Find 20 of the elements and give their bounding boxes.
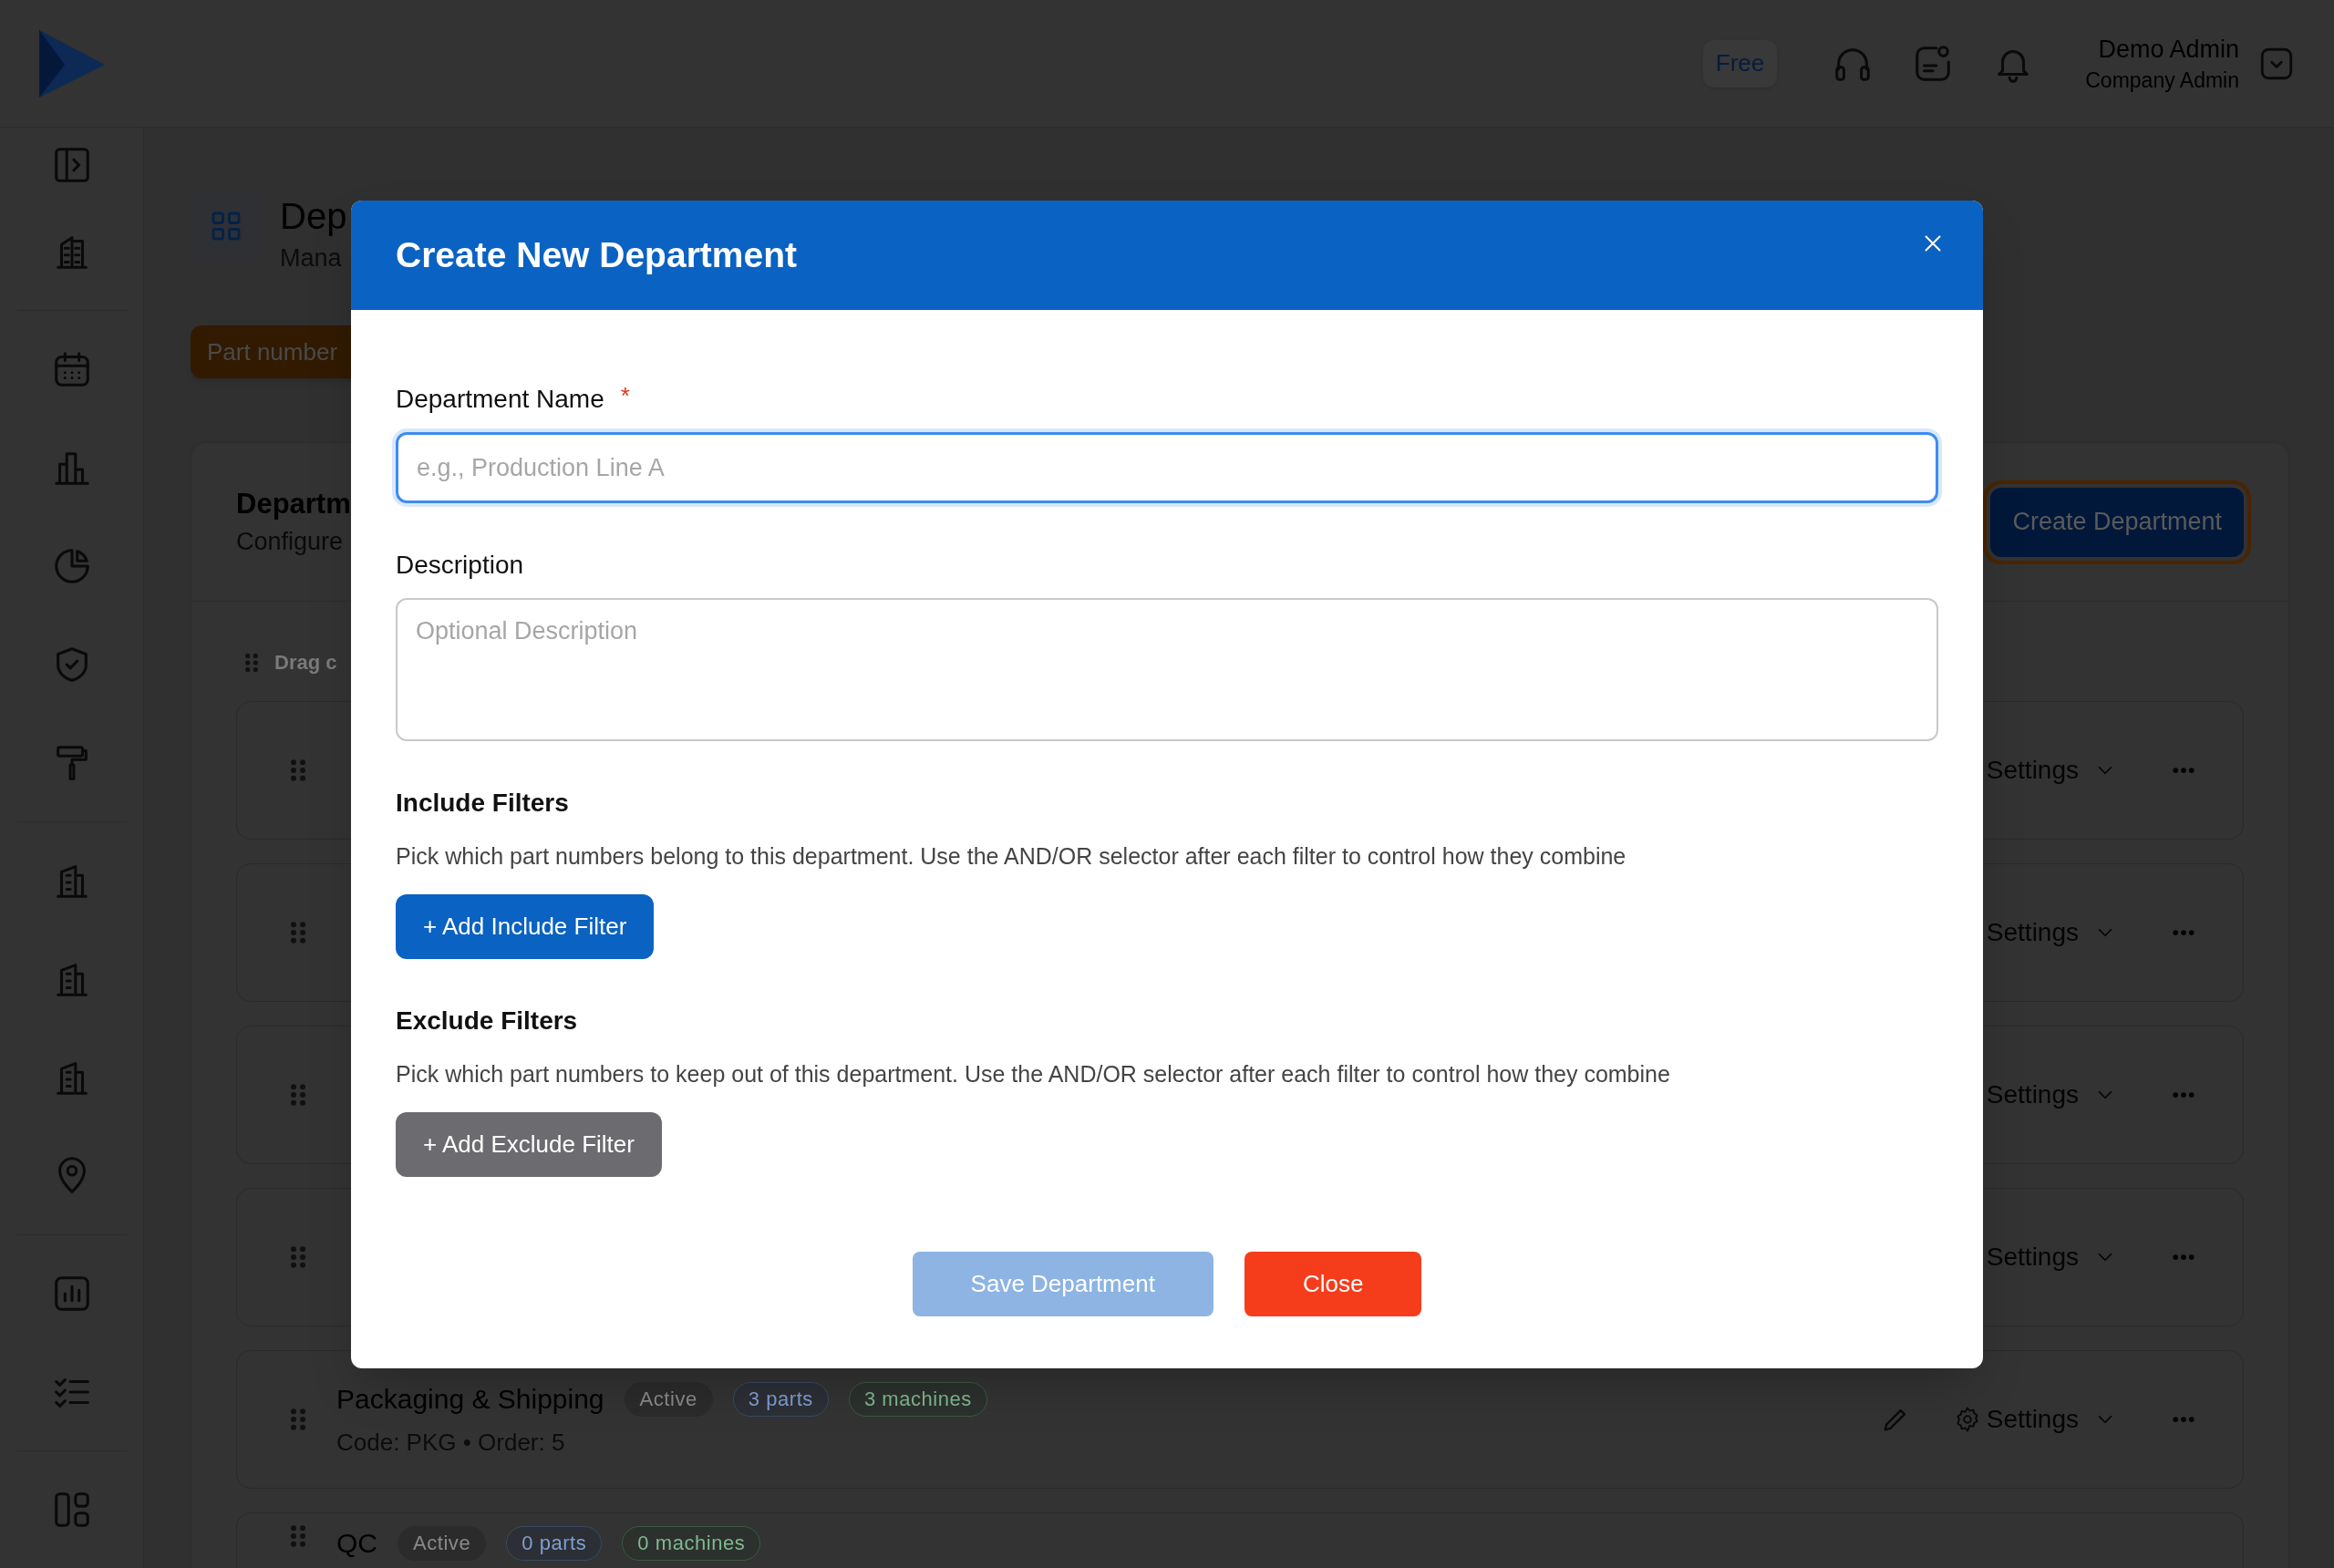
drag-hint: Drag c xyxy=(274,650,337,676)
field-label: Department Name xyxy=(396,384,604,415)
section-title: Include Filters xyxy=(396,788,570,819)
required-mark: * xyxy=(620,380,630,411)
machines-tag: 0 machines xyxy=(622,1525,761,1561)
close-button[interactable]: Close xyxy=(1244,1252,1422,1316)
text-area[interactable]: Optional Description xyxy=(396,598,1938,741)
include-filter-button[interactable]: + Add Include Filter xyxy=(396,894,655,959)
section-title: Exclude Filters xyxy=(396,1006,579,1037)
dialog-title: Create New Department xyxy=(396,233,798,276)
parts-tag: 3 parts xyxy=(732,1381,829,1417)
status-tag: Active xyxy=(624,1381,713,1417)
logo-icon xyxy=(37,27,107,99)
parts-tag: 0 parts xyxy=(506,1525,603,1561)
section-description: Pick which part numbers belong to this department. Use the AND/OR selector after each filter to control how they combine xyxy=(396,842,1627,871)
field-label: Description xyxy=(396,550,524,581)
section-description: Pick which part numbers to keep out of this department. Use the AND/OR selector after each filter to control how they combine xyxy=(396,1060,1671,1088)
exclude-filter-button[interactable]: + Add Exclude Filter xyxy=(396,1112,662,1177)
status-tag: Active xyxy=(398,1525,487,1561)
machines-tag: 3 machines xyxy=(848,1381,987,1417)
